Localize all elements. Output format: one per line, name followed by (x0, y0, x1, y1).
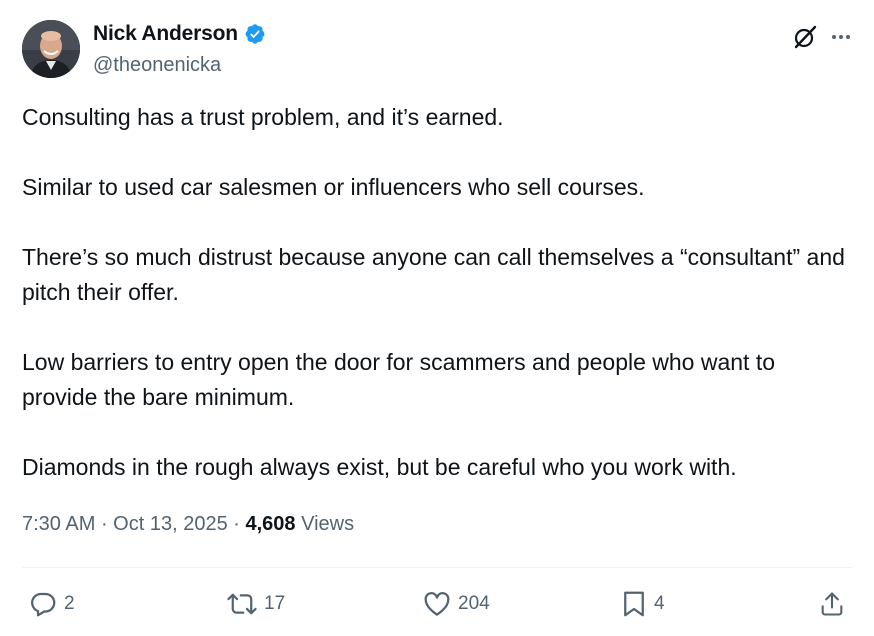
top-actions (792, 24, 852, 50)
tweet-paragraph: There’s so much distrust because anyone … (22, 244, 845, 305)
reply-button[interactable]: 2 (28, 589, 75, 619)
more-icon[interactable] (830, 26, 852, 48)
avatar[interactable] (22, 20, 80, 78)
like-icon (424, 592, 450, 616)
share-icon (821, 592, 843, 616)
like-count: 204 (458, 593, 490, 614)
tweet-paragraph: Low barriers to entry open the door for … (22, 349, 776, 410)
tweet-meta: 7:30 AM · Oct 13, 2025 · 4,608 Views (22, 513, 354, 536)
author-display-name[interactable]: Nick Anderson (93, 22, 238, 46)
author-name-row: Nick Anderson (93, 22, 266, 46)
share-button[interactable] (818, 589, 846, 619)
repost-button[interactable]: 17 (226, 589, 285, 619)
author-handle[interactable]: @theonenicka (93, 54, 221, 77)
views-count: 4,608 (245, 513, 296, 535)
meta-separator: · (100, 513, 114, 535)
tweet-date[interactable]: Oct 13, 2025 (113, 513, 228, 535)
repost-icon (227, 593, 257, 615)
avatar-image (22, 20, 80, 78)
repost-count: 17 (264, 593, 286, 614)
meta-separator: · (233, 513, 246, 535)
bookmark-count: 4 (654, 593, 665, 614)
divider (22, 567, 852, 568)
action-bar: 2 17 204 4 (22, 589, 852, 621)
bookmark-button[interactable]: 4 (620, 589, 665, 619)
grok-icon[interactable] (792, 24, 818, 50)
reply-icon (31, 592, 56, 617)
reply-count: 2 (64, 593, 75, 614)
tweet-time[interactable]: 7:30 AM (22, 513, 95, 535)
tweet-paragraph: Consulting has a trust problem, and it’s… (22, 104, 504, 130)
tweet-text: Consulting has a trust problem, and it’s… (22, 100, 852, 485)
bookmark-icon (624, 591, 644, 617)
verified-badge-icon (245, 24, 265, 44)
tweet-card: Nick Anderson @theonenicka Consulting ha… (0, 0, 874, 636)
like-button[interactable]: 204 (422, 589, 490, 619)
views-label: Views (301, 513, 355, 535)
tweet-paragraph: Similar to used car salesmen or influenc… (22, 174, 645, 200)
tweet-paragraph: Diamonds in the rough always exist, but … (22, 454, 737, 480)
